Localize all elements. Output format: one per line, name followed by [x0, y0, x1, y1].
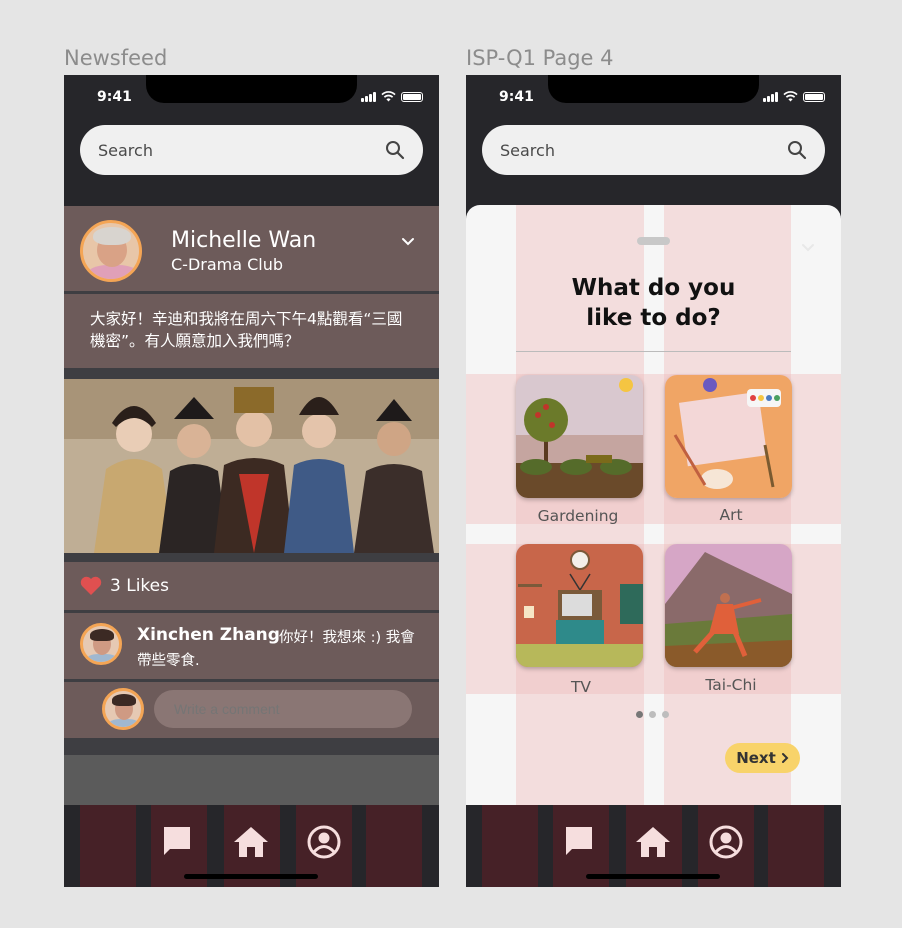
- profile-icon[interactable]: [709, 825, 743, 859]
- next-label: Next: [736, 749, 776, 767]
- avatar[interactable]: [80, 623, 122, 665]
- frame-label-newsfeed: Newsfeed: [64, 46, 168, 70]
- page-dot[interactable]: [649, 711, 656, 718]
- divider: [516, 351, 791, 352]
- status-time: 9:41: [97, 89, 132, 105]
- likes-count: 3 Likes: [110, 576, 169, 596]
- question-title: What do you like to do?: [516, 273, 791, 333]
- battery-icon: [401, 91, 423, 102]
- comment-item: Xinchen Zhang 你好！我想來 :) 我會帶些零食.: [64, 613, 439, 679]
- page-dot[interactable]: [662, 711, 669, 718]
- cell-signal-icon: [763, 91, 778, 102]
- wifi-icon: [381, 91, 396, 102]
- tab-bar: [466, 805, 841, 887]
- home-indicator: [586, 874, 720, 879]
- sheet-handle[interactable]: [637, 237, 670, 245]
- frame-label-isp-q1: ISP-Q1 Page 4: [466, 46, 614, 70]
- tab-bar: [64, 805, 439, 887]
- heart-icon[interactable]: [80, 576, 102, 596]
- status-time: 9:41: [499, 89, 534, 105]
- art-illustration: [665, 375, 792, 498]
- post-image[interactable]: [64, 379, 439, 553]
- question-title-line1: What do you: [571, 275, 736, 301]
- avatar: [102, 688, 144, 730]
- search-icon[interactable]: [385, 140, 405, 160]
- isp-q1-screen: 9:41 Search What do you like to do? Gard…: [466, 75, 841, 887]
- status-icons: [763, 91, 825, 102]
- post-author-name[interactable]: Michelle Wan: [171, 228, 316, 253]
- question-sheet: What do you like to do? Gardening Art TV…: [466, 205, 841, 825]
- battery-icon: [803, 91, 825, 102]
- tv-illustration: [516, 544, 643, 667]
- tai-chi-illustration: [665, 544, 792, 667]
- feed-background: [64, 755, 439, 805]
- chevron-down-icon[interactable]: [801, 243, 815, 253]
- post-header: Michelle Wan C-Drama Club: [64, 206, 439, 291]
- option-label-tv: TV: [570, 678, 592, 696]
- search-placeholder: Search: [98, 140, 153, 160]
- newsfeed: Michelle Wan C-Drama Club 大家好！辛迪和我將在周六下午…: [64, 206, 439, 755]
- chevron-right-icon: [781, 753, 789, 763]
- page-indicator: [636, 711, 669, 718]
- option-label-gardening: Gardening: [537, 507, 619, 525]
- search-icon[interactable]: [787, 140, 807, 160]
- avatar[interactable]: [80, 220, 142, 282]
- chat-icon[interactable]: [564, 825, 594, 857]
- search-bar[interactable]: Search: [80, 125, 423, 175]
- next-button[interactable]: Next: [725, 743, 800, 773]
- comment-text: 你好！我想來 :) 我會帶些零食.: [137, 630, 415, 669]
- option-art[interactable]: [665, 375, 792, 498]
- post-group-name[interactable]: C-Drama Club: [171, 255, 283, 274]
- comment-input[interactable]: [154, 690, 412, 728]
- profile-icon[interactable]: [307, 825, 341, 859]
- wifi-icon: [783, 91, 798, 102]
- search-placeholder: Search: [500, 140, 555, 160]
- home-icon[interactable]: [232, 825, 270, 859]
- home-icon[interactable]: [634, 825, 672, 859]
- likes-row: 3 Likes: [64, 562, 439, 610]
- question-title-line2: like to do?: [586, 305, 721, 331]
- option-tai-chi[interactable]: [665, 544, 792, 667]
- cell-signal-icon: [361, 91, 376, 102]
- page-dot-active[interactable]: [636, 711, 643, 718]
- home-indicator: [184, 874, 318, 879]
- option-gardening[interactable]: [516, 375, 643, 498]
- chevron-down-icon[interactable]: [401, 237, 415, 247]
- search-bar[interactable]: Search: [482, 125, 825, 175]
- newsfeed-screen: 9:41 Search Michelle Wan C-Drama Club 大家…: [64, 75, 439, 887]
- post-body: 大家好！辛迪和我將在周六下午4點觀看“三國機密”。有人願意加入我們嗎？: [64, 294, 439, 368]
- drama-cast-photo: [64, 379, 439, 553]
- option-tv[interactable]: [516, 544, 643, 667]
- write-comment-row: [64, 682, 439, 738]
- status-icons: [361, 91, 423, 102]
- gardening-illustration: [516, 375, 643, 498]
- chat-icon[interactable]: [162, 825, 192, 857]
- option-label-art: Art: [719, 506, 743, 524]
- notch: [548, 75, 759, 103]
- option-label-tai-chi: Tai-Chi: [705, 676, 757, 694]
- notch: [146, 75, 357, 103]
